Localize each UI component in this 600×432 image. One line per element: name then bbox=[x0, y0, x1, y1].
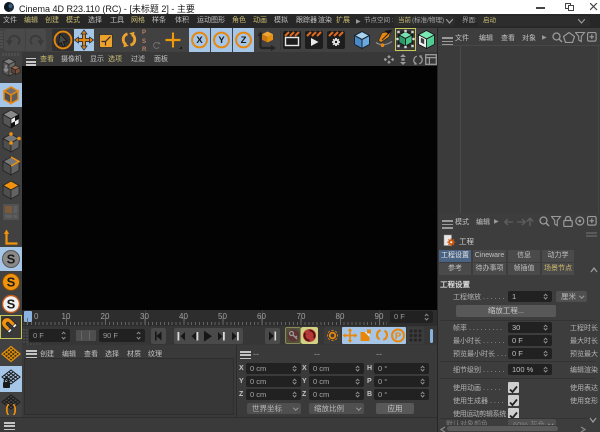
svg-text:S: S bbox=[7, 297, 16, 312]
svg-text:X: X bbox=[196, 35, 203, 46]
svg-text:P: P bbox=[395, 331, 402, 342]
svg-text:( ): ( ) bbox=[5, 402, 16, 415]
svg-text:S: S bbox=[7, 275, 16, 290]
svg-text:Y: Y bbox=[218, 35, 225, 46]
svg-text:Z: Z bbox=[241, 35, 247, 46]
svg-text:S: S bbox=[7, 252, 16, 267]
